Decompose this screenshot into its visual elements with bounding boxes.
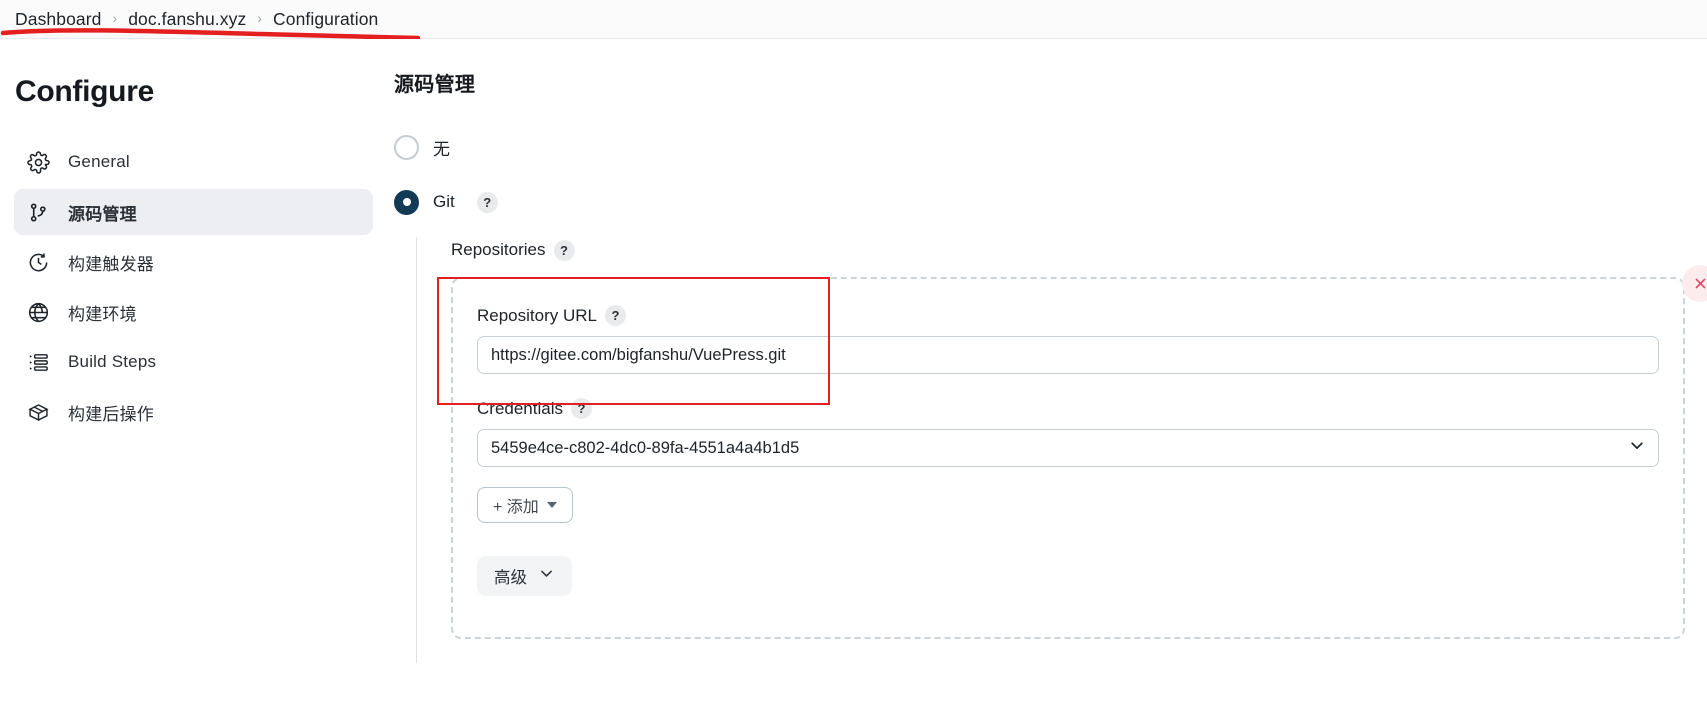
- sidebar-item-label: 构建触发器: [68, 254, 154, 274]
- help-icon[interactable]: ?: [476, 191, 498, 213]
- radio-indicator: [394, 189, 419, 215]
- sidebar-item-label: 源码管理: [68, 204, 137, 224]
- breadcrumb-separator: ›: [112, 10, 118, 26]
- clock-icon: [26, 250, 51, 275]
- help-icon[interactable]: ?: [605, 305, 626, 326]
- advanced-toggle-label: 高级: [494, 569, 527, 587]
- radio-label: 无: [433, 139, 450, 159]
- repository-entry: Repository URL ? Credentials ? 5459e4ce-…: [451, 265, 1707, 639]
- sidebar-item-build-steps[interactable]: Build Steps: [14, 339, 373, 385]
- sidebar-item-label: 构建后操作: [68, 404, 154, 424]
- package-icon: [26, 400, 51, 425]
- repositories-label-text: Repositories: [451, 240, 546, 259]
- sidebar-item-general[interactable]: General: [14, 139, 373, 185]
- add-credentials-button[interactable]: + 添加: [477, 487, 573, 523]
- page-title: Configure: [15, 75, 154, 108]
- sidebar-item-source-code-management[interactable]: 源码管理: [14, 189, 373, 235]
- credentials-select[interactable]: 5459e4ce-c802-4dc0-89fa-4551a4a4b1d5: [477, 429, 1659, 467]
- help-icon[interactable]: ?: [571, 398, 592, 419]
- sidebar-item-build-triggers[interactable]: 构建触发器: [14, 239, 373, 285]
- repository-url-input[interactable]: [477, 336, 1659, 374]
- breadcrumb-item-job[interactable]: doc.fanshu.xyz: [117, 9, 257, 30]
- delete-repository-button[interactable]: [1682, 265, 1707, 302]
- caret-down-icon: [546, 502, 557, 508]
- breadcrumb-separator: ›: [257, 10, 262, 26]
- credentials-select-wrapper: 5459e4ce-c802-4dc0-89fa-4551a4a4b1d5: [477, 429, 1659, 467]
- help-icon[interactable]: ?: [553, 239, 575, 261]
- radio-option-git[interactable]: Git ?: [394, 182, 1707, 222]
- breadcrumb-item-dashboard[interactable]: Dashboard: [4, 9, 113, 30]
- sidebar-nav: General 源码管理 构建触发器 构建环境 Build Steps 构建后操…: [14, 139, 390, 435]
- section-title: 源码管理: [394, 74, 476, 96]
- credentials-label: Credentials ?: [477, 398, 1659, 419]
- sidebar-item-build-environment[interactable]: 构建环境: [14, 289, 373, 335]
- main-content: 源码管理 无 Git ? Repositories ? Repository U…: [390, 39, 1707, 711]
- scm-radio-group: 无 Git ?: [390, 127, 1707, 222]
- git-scm-panel: Repositories ? Repository URL ? Credenti…: [416, 237, 1707, 663]
- sidebar-item-post-build-actions[interactable]: 构建后操作: [14, 389, 373, 435]
- sidebar-item-label: 构建环境: [68, 304, 137, 324]
- repository-url-label-text: Repository URL: [477, 305, 597, 325]
- sidebar: Configure General 源码管理 构建触发器 构建环境 Build …: [0, 39, 390, 711]
- sidebar-item-label: Build Steps: [68, 352, 157, 371]
- globe-icon: [26, 300, 51, 325]
- radio-label: Git: [433, 192, 455, 211]
- sidebar-item-label: General: [68, 152, 130, 171]
- radio-option-none[interactable]: 无: [394, 127, 1707, 167]
- git-branch-icon: [26, 200, 51, 225]
- credentials-label-text: Credentials: [477, 398, 563, 418]
- add-credentials-button-label: + 添加: [493, 499, 539, 516]
- breadcrumb-item-configuration[interactable]: Configuration: [262, 9, 389, 30]
- gear-icon: [26, 150, 51, 175]
- chevron-down-icon: [538, 565, 555, 587]
- repositories-label: Repositories ?: [451, 237, 1707, 263]
- radio-indicator: [394, 134, 419, 160]
- breadcrumb: Dashboard › doc.fanshu.xyz › Configurati…: [0, 0, 1707, 39]
- repository-url-label: Repository URL ?: [477, 305, 1659, 326]
- list-steps-icon: [26, 350, 51, 375]
- advanced-toggle-button[interactable]: 高级: [477, 556, 572, 596]
